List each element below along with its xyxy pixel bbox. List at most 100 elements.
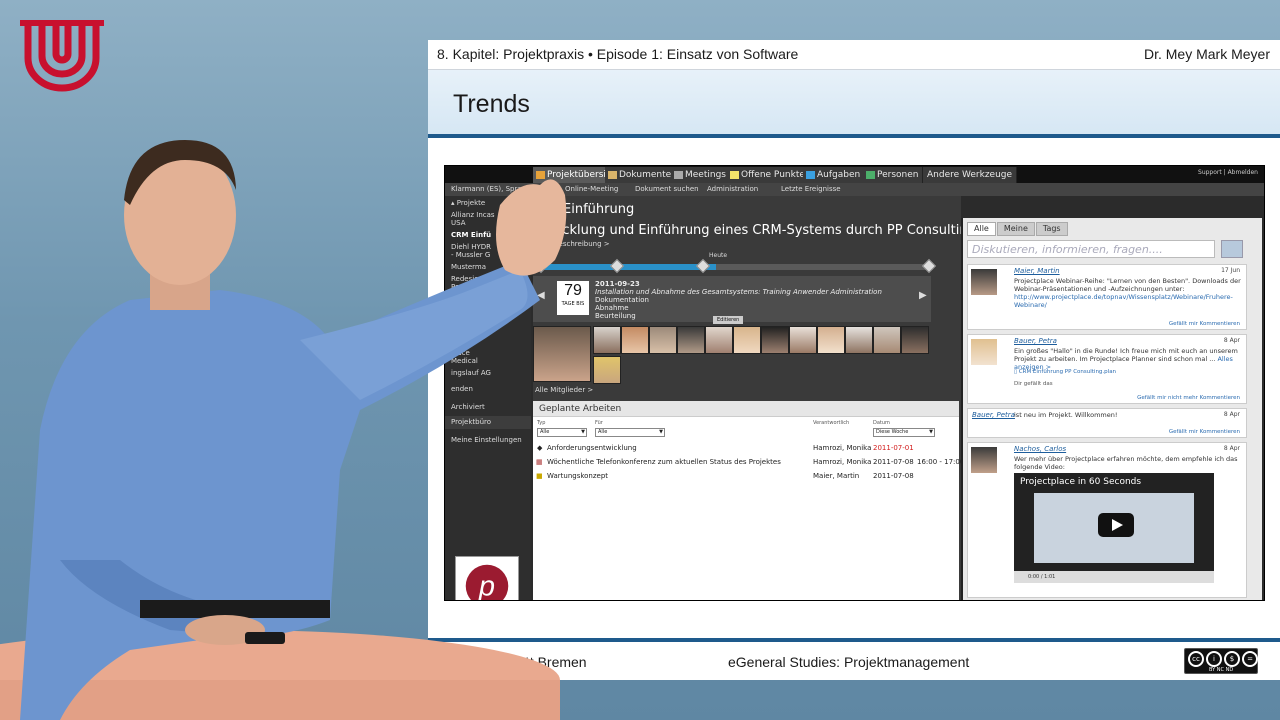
university-bremen-logo	[20, 20, 104, 92]
tab-tasks[interactable]: Aufgaben	[803, 167, 866, 183]
tab-meetings[interactable]: Meetings	[671, 167, 731, 183]
task-owner: Maier, Martin	[813, 472, 860, 480]
milestone-marker[interactable]	[533, 258, 549, 274]
post-avatar[interactable]	[971, 269, 997, 295]
sidebar-project[interactable]: Presen	[451, 283, 475, 291]
sidebar-project[interactable]: Hand	[451, 315, 469, 323]
post-likes: Dir gefällt das	[1014, 381, 1053, 387]
member-avatar[interactable]	[817, 326, 845, 354]
member-avatar[interactable]	[533, 326, 591, 382]
table-row[interactable]: ■ Wartungskonzept Maier, Martin 2011-07-…	[533, 469, 959, 483]
all-members-link[interactable]: Alle Mitglieder >	[535, 386, 593, 394]
svg-text:p: p	[478, 571, 495, 601]
sidebar-project[interactable]: ingslauf AG	[451, 369, 491, 377]
sidebar-project[interactable]: Redesig	[451, 275, 479, 283]
post-avatar[interactable]	[971, 339, 997, 365]
member-avatar[interactable]	[621, 326, 649, 354]
table-row[interactable]: ▦ Wöchentliche Telefonkonferenz zum aktu…	[533, 455, 964, 469]
video-player[interactable]: Projectplace in 60 Seconds 0:00 / 1:01	[1014, 473, 1214, 583]
project-office-link[interactable]: Projektbüro	[445, 416, 531, 429]
sidebar-project[interactable]: Allianz Incas	[451, 211, 495, 219]
tab-people[interactable]: Personen	[863, 167, 924, 183]
recent-events-link[interactable]: Letzte Ereignisse	[781, 183, 841, 196]
post-author[interactable]: Nachos, Carlos	[1014, 445, 1066, 453]
edit-button[interactable]: Editieren	[713, 316, 744, 324]
play-icon[interactable]	[1098, 513, 1134, 537]
sidebar-project[interactable]: Medical	[451, 357, 478, 365]
post-author[interactable]: Bauer, Petra	[1014, 337, 1057, 345]
project-description-link[interactable]: ektbeschreibung >	[543, 240, 610, 248]
member-avatar[interactable]	[593, 356, 621, 384]
days-countdown: 79 TAGE BIS	[557, 281, 589, 315]
milestone-marker[interactable]	[921, 258, 937, 274]
filter-type-label: Typ	[537, 420, 546, 426]
member-avatar[interactable]	[593, 326, 621, 354]
date-column-header: Datum	[873, 420, 890, 426]
projects-header[interactable]: ▴ Projekte	[451, 199, 485, 207]
archived-link[interactable]: Archiviert	[451, 403, 485, 411]
member-avatar[interactable]	[733, 326, 761, 354]
previous-milestone-button[interactable]: ◀	[537, 290, 545, 301]
member-avatar[interactable]	[901, 326, 929, 354]
table-row[interactable]: ◆ Anforderungsentwicklung Hamrozi, Monik…	[533, 441, 959, 455]
projectplace-screenshot: Projektübersicht Dokumente Meetings Offe…	[444, 165, 1265, 601]
tab-other-tools[interactable]: Andere Werkzeuge	[923, 167, 1018, 183]
sidebar-project[interactable]: Diehl HYDR	[451, 243, 491, 251]
post-actions[interactable]: Gefällt mir Kommentieren	[1169, 429, 1240, 435]
tab-documents[interactable]: Dokumente	[605, 167, 677, 183]
milestone-marker[interactable]	[695, 258, 711, 274]
post-author[interactable]: Bauer, Petra	[972, 411, 1015, 419]
by-icon: i	[1206, 651, 1222, 667]
feed-send-button[interactable]	[1221, 240, 1243, 258]
filter-for-select[interactable]: Alle	[595, 428, 665, 437]
sidebar-project[interactable]: enden	[451, 385, 473, 393]
online-meeting-link[interactable]: Online-Meeting	[565, 183, 618, 196]
presentation-slide: 8. Kapitel: Projektpraxis • Episode 1: E…	[428, 40, 1280, 680]
support-links[interactable]: Support | Abmelden	[1198, 169, 1258, 176]
documents-icon	[608, 171, 617, 179]
my-settings-link[interactable]: Meine Einstellungen	[451, 436, 522, 444]
sidebar-project[interactable]: Inbuc	[451, 331, 470, 339]
tab-open-issues[interactable]: Offene Punkte	[727, 167, 810, 183]
sidebar-project[interactable]: Redesi	[451, 295, 474, 303]
open-issues-icon	[730, 171, 739, 179]
project-overview-panel: Einführung twicklung und Einführung eine…	[533, 196, 976, 600]
member-avatar[interactable]	[845, 326, 873, 354]
attachment-link[interactable]: ▯ CRM Einführung PP Consulting.plan	[1014, 369, 1116, 375]
folder-icon: ■	[536, 472, 543, 480]
video-controls[interactable]: 0:00 / 1:01	[1014, 571, 1214, 583]
sidebar-project-active[interactable]: CRM Einfü	[451, 231, 491, 239]
feed-tab-tags[interactable]: Tags	[1035, 222, 1068, 236]
filter-date-select[interactable]: Diese Woche	[873, 428, 935, 437]
sidebar-project[interactable]: Musterma	[451, 263, 486, 271]
task-date: 2011-07-08	[873, 458, 914, 466]
administration-link[interactable]: Administration	[707, 183, 758, 196]
post-actions[interactable]: Gefällt mir nicht mehr Kommentieren	[1137, 395, 1240, 401]
document-search-link[interactable]: Dokument suchen	[635, 183, 699, 196]
project-members	[533, 326, 933, 384]
post-author[interactable]: Maier, Martin	[1014, 267, 1060, 275]
post-actions[interactable]: Gefällt mir Kommentieren	[1169, 321, 1240, 327]
post-avatar[interactable]	[971, 447, 997, 473]
member-avatar[interactable]	[873, 326, 901, 354]
feed-tab-all[interactable]: Alle	[967, 222, 996, 236]
sidebar-project[interactable]: USA	[451, 219, 466, 227]
sidebar-project[interactable]: - Mussler G	[451, 251, 490, 259]
milestone-marker[interactable]	[609, 258, 625, 274]
feed-tab-mine[interactable]: Meine	[996, 222, 1035, 236]
member-avatar[interactable]	[761, 326, 789, 354]
sidebar-project[interactable]: place	[451, 349, 470, 357]
member-avatar[interactable]	[789, 326, 817, 354]
sidebar-project[interactable]: Pre	[451, 303, 462, 311]
member-avatar[interactable]	[705, 326, 733, 354]
timeline-progress	[538, 264, 716, 270]
filter-type-select[interactable]: Alle	[537, 428, 587, 437]
member-avatar[interactable]	[677, 326, 705, 354]
feed-post-input[interactable]: Diskutieren, informieren, fragen....	[967, 240, 1215, 258]
member-avatar[interactable]	[649, 326, 677, 354]
post-link[interactable]: http://www.projectplace.de/topnav/Wissen…	[1014, 293, 1233, 309]
next-milestone-button[interactable]: ▶	[919, 290, 927, 301]
planned-work-header: Geplante Arbeiten	[533, 401, 959, 417]
feed-post: Bauer, Petra 8 Apr ist neu im Projekt. W…	[967, 408, 1247, 438]
nc-icon: $	[1224, 651, 1240, 667]
